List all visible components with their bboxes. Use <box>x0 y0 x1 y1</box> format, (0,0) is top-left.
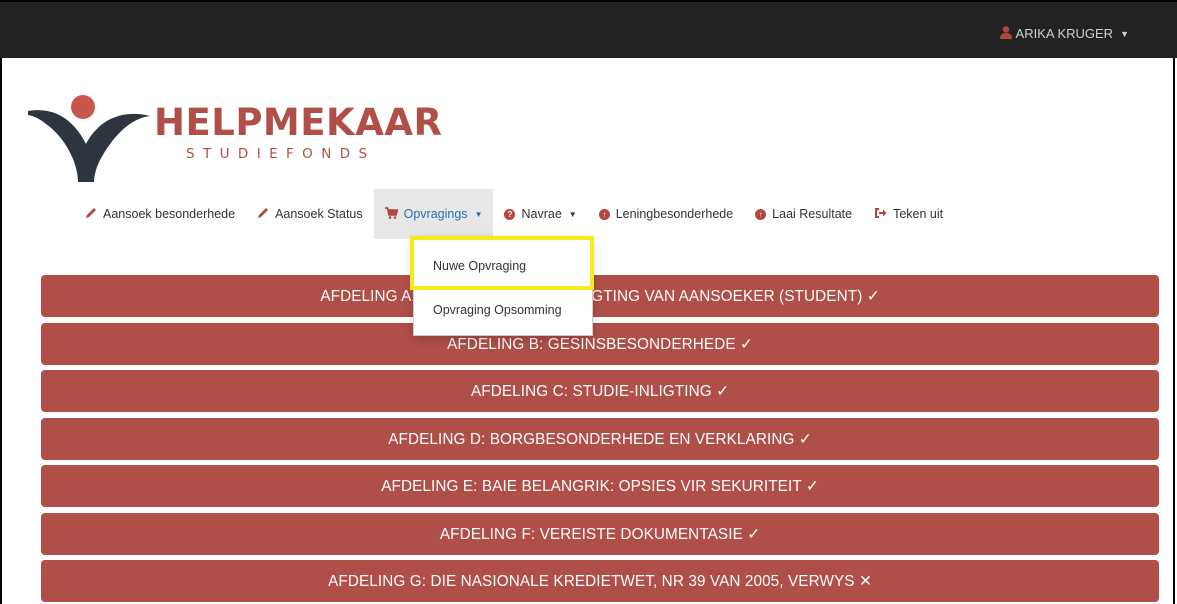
top-navbar: ARIKA KRUGER ▼ <box>0 0 1177 58</box>
nav-label: Navrae <box>521 207 562 221</box>
nav-label: Leningbesonderhede <box>615 207 734 221</box>
caret-down-icon: ▼ <box>1120 28 1129 39</box>
menu-item-label: Opvraging Opsomming <box>433 303 562 317</box>
question-icon: ? <box>504 208 516 220</box>
menu-item-nuwe-opvraging[interactable]: Nuwe Opvraging <box>414 259 592 273</box>
logout-icon <box>874 207 887 221</box>
section-afdeling-f[interactable]: AFDELING F: VEREISTE DOKUMENTASIE ✓ <box>41 513 1159 555</box>
nav-aansoek-besonderhede[interactable]: Aansoek besonderhede <box>74 189 246 239</box>
logo-subtitle: STUDIEFONDS <box>186 146 376 162</box>
user-name: ARIKA KRUGER <box>1015 26 1114 41</box>
main-nav: Aansoek besonderhede Aansoek Status Opvr… <box>74 189 954 239</box>
nav-label: Laai Resultate <box>772 207 853 221</box>
pencil-icon <box>85 207 97 221</box>
logo-wordmark: HELPMEKAAR <box>154 101 443 144</box>
section-afdeling-e[interactable]: AFDELING E: BAIE BELANGRIK: OPSIES VIR S… <box>41 465 1159 507</box>
nav-aansoek-status[interactable]: Aansoek Status <box>246 189 374 239</box>
nav-label: Aansoek Status <box>275 207 363 221</box>
nav-label: Teken uit <box>893 207 944 221</box>
section-label: AFDELING D: BORGBESONDERHEDE EN VERKLARI… <box>388 430 812 448</box>
section-label: AFDELING A: BESONDERHEDE / INLIGTING VAN… <box>320 287 880 305</box>
section-label: AFDELING F: VEREISTE DOKUMENTASIE ✓ <box>439 525 761 543</box>
opvragings-dropdown-menu: Nuwe Opvraging Opvraging Opsomming <box>413 236 593 336</box>
section-afdeling-b[interactable]: AFDELING B: GESINSBESONDERHEDE ✓ <box>41 323 1159 365</box>
caret-down-icon: ▼ <box>474 209 483 219</box>
nav-opvragings-dropdown[interactable]: Opvragings ▼ <box>373 189 494 239</box>
menu-item-opvraging-opsomming[interactable]: Opvraging Opsomming <box>414 303 592 317</box>
nav-navrae-dropdown[interactable]: ? Navrae ▼ <box>493 189 587 239</box>
user-menu[interactable]: ARIKA KRUGER ▼ <box>999 26 1129 41</box>
upload-circle-icon: ↑ <box>755 208 767 220</box>
cart-icon <box>384 207 399 221</box>
nav-laai-resultate[interactable]: ↑ Laai Resultate <box>744 189 863 239</box>
nav-teken-uit[interactable]: Teken uit <box>863 189 954 239</box>
section-label: AFDELING B: GESINSBESONDERHEDE ✓ <box>447 335 753 353</box>
section-afdeling-a[interactable]: AFDELING A: BESONDERHEDE / INLIGTING VAN… <box>41 275 1159 317</box>
section-label: AFDELING G: DIE NASIONALE KREDIETWET, NR… <box>328 572 872 590</box>
upload-circle-icon: ↑ <box>598 208 610 220</box>
section-label: AFDELING C: STUDIE-INLIGTING ✓ <box>470 382 730 400</box>
section-afdeling-g[interactable]: AFDELING G: DIE NASIONALE KREDIETWET, NR… <box>41 560 1159 602</box>
caret-down-icon: ▼ <box>568 209 577 219</box>
section-afdeling-d[interactable]: AFDELING D: BORGBESONDERHEDE EN VERKLARI… <box>41 418 1159 460</box>
nav-label: Aansoek besonderhede <box>103 207 236 221</box>
menu-item-label: Nuwe Opvraging <box>433 259 527 273</box>
user-icon <box>999 26 1012 41</box>
section-afdeling-c[interactable]: AFDELING C: STUDIE-INLIGTING ✓ <box>41 370 1159 412</box>
pencil-icon <box>257 207 269 221</box>
nav-leningbesonderhede[interactable]: ↑ Leningbesonderhede <box>588 189 744 239</box>
nav-label: Opvragings <box>403 207 468 221</box>
section-label: AFDELING E: BAIE BELANGRIK: OPSIES VIR S… <box>381 477 819 495</box>
